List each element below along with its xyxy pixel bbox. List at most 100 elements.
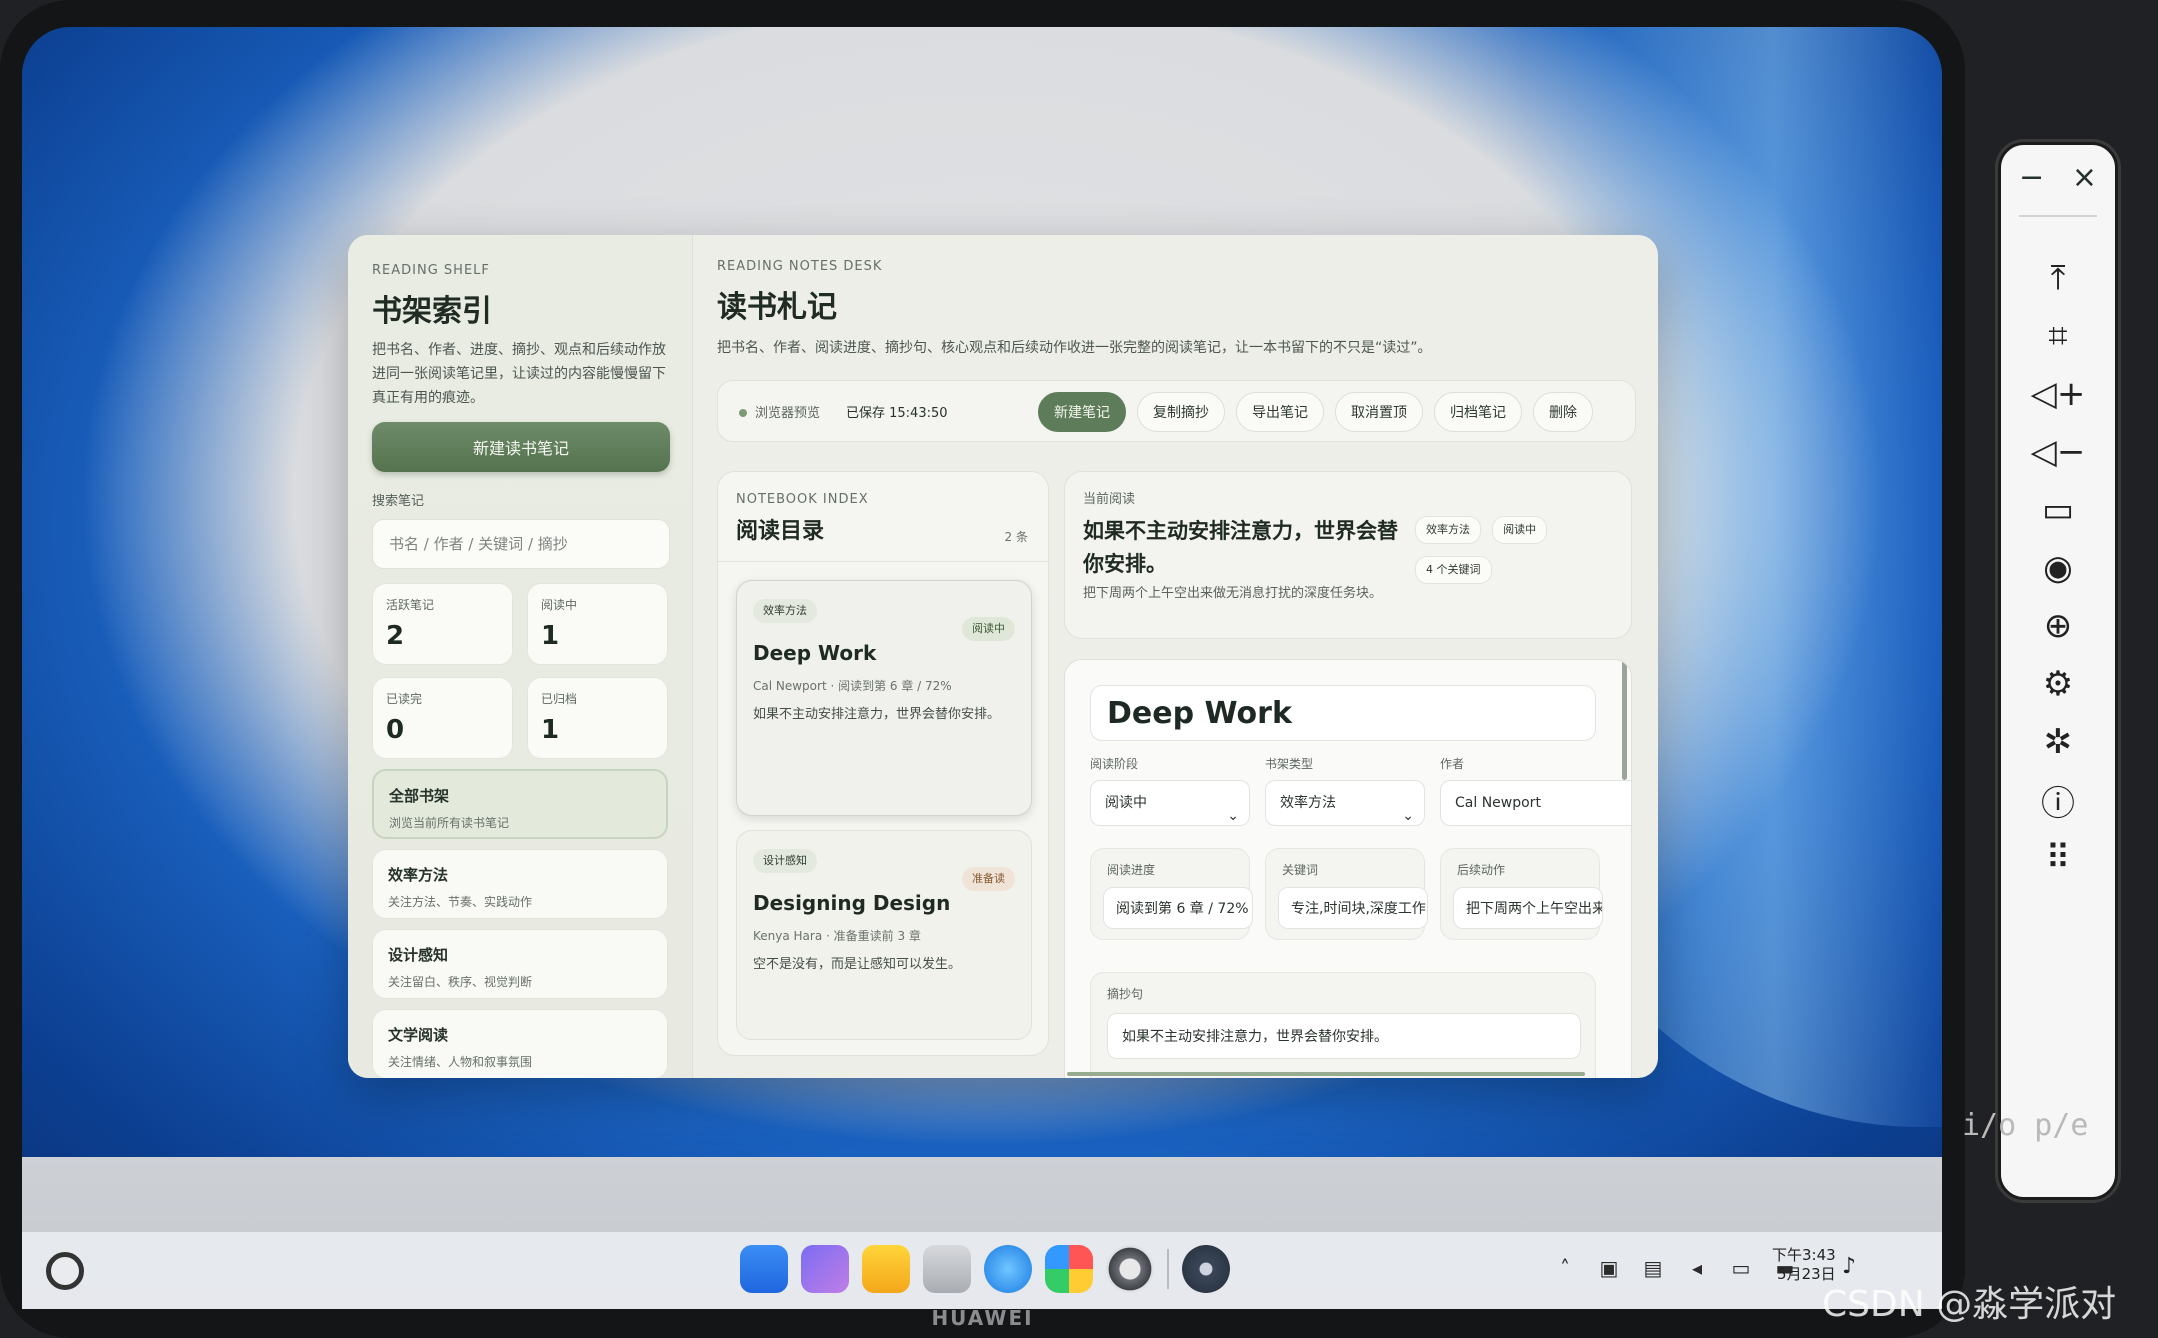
stats-grid: 活跃笔记 2 阅读中 1 已读完 0 已归档 1 [372, 583, 668, 759]
chevron-down-icon: ⌄ [1402, 808, 1414, 824]
category-literature[interactable]: 文学阅读 关注情绪、人物和叙事氛围 [372, 1009, 668, 1078]
shelf-title: 书架索引 [372, 294, 492, 329]
excerpt-label: 摘抄句 [1107, 987, 1144, 1001]
keywords-input[interactable] [1278, 887, 1428, 929]
stat-finished: 已读完 0 [372, 677, 513, 759]
keyboard-icon[interactable]: ⠿ [2001, 829, 2115, 887]
desk-description: 把书名、作者、阅读进度、摘抄句、核心观点和后续动作收进一张完整的阅读笔记，让一本… [717, 340, 1432, 356]
new-reading-note-button[interactable]: 新建读书笔记 [372, 422, 670, 472]
delete-button[interactable]: 删除 [1533, 392, 1593, 432]
current-eyebrow: 当前阅读 [1083, 492, 1136, 507]
signal-icon[interactable]: ◉ [2001, 539, 2115, 597]
close-icon[interactable]: × [2072, 160, 2097, 200]
type-value: 效率方法 [1280, 795, 1336, 811]
excerpt-field: 摘抄句 [1090, 972, 1596, 1078]
book-title: Designing Design [753, 891, 951, 915]
progress-input[interactable] [1103, 887, 1253, 929]
settings-icon[interactable]: ⚙ [2001, 655, 2115, 713]
shelf-description: 把书名、作者、进度、摘抄、观点和后续动作放进同一张阅读笔记里，让读过的内容能慢慢… [372, 342, 666, 406]
category-all-shelf[interactable]: 全部书架 浏览当前所有读书笔记 [372, 769, 668, 839]
new-note-button[interactable]: 新建笔记 [1038, 392, 1126, 432]
index-header: NOTEBOOK INDEX 阅读目录 2 条 [718, 472, 1048, 562]
export-note-button[interactable]: 导出笔记 [1236, 392, 1324, 432]
volume-icon[interactable]: ◂ [1684, 1256, 1710, 1280]
unpin-button[interactable]: 取消置顶 [1335, 392, 1423, 432]
globe-icon[interactable]: ⊕ [2001, 597, 2115, 655]
reading-notes-window: READING SHELF 书架索引 把书名、作者、进度、摘抄、观点和后续动作放… [348, 235, 1658, 1078]
start-circle-icon[interactable] [46, 1252, 84, 1290]
desktop-screen: READING SHELF 书架索引 把书名、作者、进度、摘抄、观点和后续动作放… [22, 27, 1942, 1309]
app-grid-icon[interactable] [740, 1245, 788, 1293]
index-title: 阅读目录 [736, 519, 825, 544]
editor-horizontal-scrollbar[interactable] [1067, 1072, 1585, 1076]
current-description: 把下周两个上午空出来做无消息打扰的深度任务块。 [1083, 586, 1383, 601]
minimize-icon[interactable]: − [2019, 160, 2044, 200]
author-label: 作者 [1440, 757, 1465, 771]
dev-tool-icon[interactable] [1182, 1245, 1230, 1293]
info-icon[interactable]: ⓘ [2001, 771, 2115, 829]
book-card-designing-design[interactable]: 设计感知 准备读 Designing Design Kenya Hara · 准… [736, 830, 1032, 1040]
browser-icon[interactable] [984, 1245, 1032, 1293]
excerpt-input[interactable] [1107, 1013, 1581, 1059]
author-value: Cal Newport [1455, 795, 1541, 811]
book-meta: Kenya Hara · 准备重读前 3 章 [753, 929, 921, 943]
category-list: 全部书架 浏览当前所有读书笔记 效率方法 关注方法、节奏、实践动作 设计感知 关… [372, 769, 668, 1078]
dock-separator [1167, 1249, 1169, 1289]
category-subtitle: 关注方法、节奏、实践动作 [388, 895, 533, 909]
watermark: CSDN @淼学派对 [1822, 1284, 2117, 1325]
category-design[interactable]: 设计感知 关注留白、秩序、视觉判断 [372, 929, 668, 999]
book-card-deep-work[interactable]: 效率方法 阅读中 Deep Work Cal Newport · 阅读到第 6 … [736, 580, 1032, 816]
taskbar: ˄ ▣ ▤ ◂ ▭ ▬ 下午3:43 5月23日 ♪ [22, 1232, 1942, 1309]
progress-label: 阅读进度 [1107, 863, 1156, 877]
shelf-sidebar: READING SHELF 书架索引 把书名、作者、进度、摘抄、观点和后续动作放… [348, 235, 693, 1078]
tablet-device-frame: READING SHELF 书架索引 把书名、作者、进度、摘抄、观点和后续动作放… [0, 0, 1965, 1338]
notes-desk: READING NOTES DESK 读书札记 把书名、作者、阅读进度、摘抄句、… [693, 235, 1658, 1078]
action-input[interactable] [1453, 887, 1603, 929]
pin-top-icon[interactable]: ⤒ [2001, 249, 2115, 307]
current-tags: 效率方法 阅读中 4 个关键词 [1415, 516, 1615, 596]
trash-icon[interactable] [923, 1245, 971, 1293]
display-icon[interactable]: ▭ [1728, 1256, 1754, 1280]
category-title: 全部书架 [389, 787, 450, 805]
gallery-icon[interactable] [1045, 1245, 1093, 1293]
stat-reading: 阅读中 1 [527, 583, 668, 665]
toolbar-buttons: 新建笔记 复制摘抄 导出笔记 取消置顶 归档笔记 删除 [1038, 392, 1593, 432]
editor-vertical-scrollbar[interactable] [1622, 660, 1627, 780]
device-brand: HUAWEI [931, 1306, 1034, 1330]
copy-excerpt-button[interactable]: 复制摘抄 [1137, 392, 1225, 432]
volume-up-icon[interactable]: ◁+ [2001, 365, 2115, 423]
book-title-input[interactable] [1090, 685, 1596, 741]
clipboard-icon[interactable]: ▤ [1640, 1256, 1666, 1280]
current-tag-keyword-count: 4 个关键词 [1415, 556, 1492, 584]
action-field: 后续动作 [1440, 848, 1603, 940]
current-tag-status: 阅读中 [1492, 516, 1548, 544]
preview-label: 浏览器预览 [755, 406, 821, 421]
type-select[interactable]: 效率方法 ⌄ [1265, 780, 1425, 826]
crop-icon[interactable]: ⌗ [2001, 307, 2115, 365]
archive-note-button[interactable]: 归档笔记 [1434, 392, 1522, 432]
chevron-up-icon[interactable]: ˄ [1552, 1256, 1578, 1280]
shelf-eyebrow: READING SHELF [372, 263, 490, 278]
current-tag-category: 效率方法 [1415, 516, 1481, 544]
settings-gear-icon[interactable] [1106, 1245, 1154, 1293]
bug-icon[interactable]: ✲ [2001, 713, 2115, 771]
volume-down-icon[interactable]: ◁− [2001, 423, 2115, 481]
input-method-icon[interactable]: ▣ [1596, 1256, 1622, 1280]
book-excerpt: 空不是没有，而是让感知可以发生。 [753, 957, 962, 972]
toolbar-window-controls: − × [2011, 160, 2105, 200]
stage-select[interactable]: 阅读中 ⌄ [1090, 780, 1250, 826]
book-status-badge: 阅读中 [962, 617, 1015, 641]
author-input[interactable]: Cal Newport [1440, 780, 1631, 826]
background-terminal-text: i/o p/e [1962, 1108, 2089, 1143]
notes-app-icon[interactable] [862, 1245, 910, 1293]
search-input[interactable] [372, 519, 670, 569]
multitask-icon[interactable] [801, 1245, 849, 1293]
book-meta: Cal Newport · 阅读到第 6 章 / 72% [753, 679, 952, 693]
emulator-side-toolbar: − × ⤒ ⌗ ◁+ ◁− ▭ ◉ ⊕ ⚙ ✲ ⓘ ⠿ [1995, 139, 2121, 1203]
category-efficiency[interactable]: 效率方法 关注方法、节奏、实践动作 [372, 849, 668, 919]
desk-eyebrow: READING NOTES DESK [717, 259, 883, 274]
stat-value: 0 [386, 715, 405, 745]
action-label: 后续动作 [1457, 863, 1506, 877]
chevron-down-icon: ⌄ [1227, 808, 1239, 824]
battery-outline-icon[interactable]: ▭ [2001, 481, 2115, 539]
